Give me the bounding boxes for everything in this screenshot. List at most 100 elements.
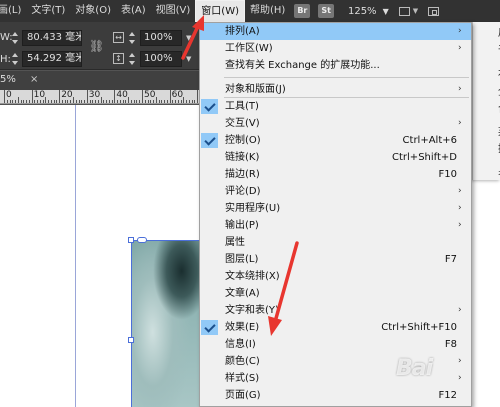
window-menu: 排列(A) › 工作区(W) › 查找有关 Exchange 的扩展功能... 对象和版面… — [199, 22, 472, 407]
chevron-right-icon: › — [458, 186, 462, 196]
menu-window[interactable]: 窗口(W) — [195, 0, 245, 22]
ruler-tick-label: 60 — [171, 90, 184, 100]
ruler-minor-tick — [155, 97, 157, 103]
window-menu-item[interactable]: 文章(A) — [200, 285, 471, 302]
resize-handle[interactable] — [128, 337, 134, 343]
window-menu-item[interactable]: 信息(I) F8 — [200, 336, 471, 353]
ruler-minor-tick — [23, 100, 25, 103]
chevron-right-icon: › — [458, 84, 462, 94]
ruler-minor-tick — [50, 100, 52, 103]
height-stepper[interactable] — [11, 51, 20, 67]
ruler-minor-tick — [164, 100, 166, 103]
ruler-minor-tick — [128, 97, 130, 103]
window-menu-item[interactable]: 效果(E) Ctrl+Shift+F10 — [200, 319, 471, 336]
window-menu-item[interactable]: 工具(T) — [200, 98, 471, 115]
window-menu-item[interactable]: 链接(K) Ctrl+Shift+D — [200, 149, 471, 166]
ruler-major-tick — [86, 90, 88, 103]
window-menu-item[interactable]: 评论(D) › — [200, 183, 471, 200]
resize-handle[interactable] — [128, 237, 134, 243]
link-icon[interactable] — [137, 237, 147, 243]
width-stepper[interactable] — [11, 30, 20, 46]
ruler-minor-tick — [61, 100, 63, 103]
window-menu-item[interactable]: 页面(G) F12 — [200, 387, 471, 404]
menu-item-label: 评论(D) — [225, 186, 261, 197]
menu-item-shortcut: F12 — [438, 390, 457, 401]
bridge-button[interactable]: Br — [294, 4, 311, 18]
window-menu-item[interactable]: 文本绕排(X) — [200, 268, 471, 285]
ruler-minor-tick — [175, 100, 177, 103]
ruler-minor-tick — [73, 97, 74, 103]
window-menu-item[interactable]: 输出(P) › — [200, 217, 471, 234]
window-menu-item[interactable]: 对象和版面(J) › — [200, 81, 471, 98]
view-options-icon[interactable] — [398, 6, 410, 16]
chevron-down-icon[interactable]: ▼ — [186, 55, 191, 63]
menu-bar: 画(L) 文字(T) 对象(O) 表(A) 视图(V) 窗口(W) 帮助(H) … — [0, 0, 500, 22]
menu-item-label: 排列(A) — [225, 26, 260, 37]
checkmark-icon — [201, 133, 218, 148]
scale-x-stepper[interactable] — [128, 30, 137, 46]
ruler-minor-tick — [119, 100, 121, 103]
menu-draw[interactable]: 画(L) — [0, 0, 26, 22]
scale-y-field[interactable]: 100% — [140, 51, 182, 67]
chevron-right-icon: › — [458, 118, 462, 128]
ruler-major-tick — [169, 90, 171, 103]
ruler-minor-tick — [158, 100, 160, 103]
stock-button[interactable]: St — [318, 4, 334, 18]
window-menu-item[interactable]: 控制(O) Ctrl+Alt+6 — [200, 132, 471, 149]
ruler-minor-tick — [117, 100, 119, 103]
ruler-minor-tick — [188, 100, 190, 103]
menu-help[interactable]: 帮助(H) — [245, 0, 290, 22]
ruler-minor-tick — [144, 100, 146, 103]
checkmark-icon — [201, 99, 218, 114]
window-menu-item[interactable]: 工作区(W) › — [200, 40, 471, 57]
window-menu-item[interactable]: 属性 — [200, 234, 471, 251]
ruler-minor-tick — [108, 100, 110, 103]
ruler-minor-tick — [39, 100, 41, 103]
close-icon[interactable]: × — [30, 74, 38, 85]
constrain-proportions-icon[interactable]: ⛓ — [89, 39, 104, 53]
menu-table[interactable]: 表(A) — [116, 0, 151, 22]
ruler-minor-tick — [150, 100, 152, 103]
menu-item-label: 工作区(W) — [225, 43, 273, 54]
chevron-down-icon[interactable]: ▼ — [186, 34, 191, 42]
chevron-right-icon: › — [458, 203, 462, 213]
ruler-minor-tick — [45, 97, 47, 103]
ruler-tick-label: 0 — [6, 90, 12, 100]
menu-item-label: 图层(L) — [225, 254, 259, 265]
ruler-minor-tick — [186, 100, 188, 103]
ruler-minor-tick — [84, 100, 86, 103]
menu-type[interactable]: 文字(T) — [26, 0, 70, 22]
scale-x-icon: ↔ — [113, 32, 124, 43]
ruler-minor-tick — [56, 100, 58, 103]
scale-y-stepper[interactable] — [128, 51, 137, 67]
ruler-major-tick — [59, 90, 61, 103]
menu-object[interactable]: 对象(O) — [70, 0, 116, 22]
window-menu-item[interactable]: 交互(V) › — [200, 115, 471, 132]
window-menu-item[interactable]: 查找有关 Exchange 的扩展功能... — [200, 57, 471, 74]
menu-item-label: 输出(P) — [225, 220, 259, 231]
placed-image-frame[interactable] — [131, 240, 201, 407]
window-menu-item[interactable]: 文字和表(Y) › — [200, 302, 471, 319]
height-field[interactable]: 54.292 毫米 — [22, 51, 82, 67]
document-tab[interactable]: 5% — [0, 74, 16, 85]
menu-item-label: 查找有关 Exchange 的扩展功能... — [225, 60, 380, 71]
width-field[interactable]: 80.433 毫米 — [22, 30, 82, 46]
ruler-major-tick — [4, 90, 5, 103]
arrange-submenu: 后 干 右 全 合 弃 换 身 — [472, 22, 500, 180]
menu-item-shortcut: F8 — [444, 339, 457, 350]
scale-x-field[interactable]: 100% — [140, 30, 182, 46]
ruler-major-tick — [31, 90, 33, 103]
zoom-select[interactable]: 125% ▼ — [348, 6, 389, 17]
ruler-minor-tick — [103, 100, 105, 103]
ruler-minor-tick — [81, 100, 83, 103]
window-menu-item[interactable]: 描边(R) F10 — [200, 166, 471, 183]
window-menu-item[interactable]: 图层(L) F7 — [200, 251, 471, 268]
ruler-minor-tick — [34, 100, 36, 103]
window-menu-item[interactable]: 实用程序(U) › — [200, 200, 471, 217]
menu-view[interactable]: 视图(V) — [151, 0, 196, 22]
screen-mode-icon[interactable] — [428, 6, 440, 16]
ruler-tick-label: 40 — [116, 90, 128, 100]
ruler-minor-tick — [180, 100, 182, 103]
window-menu-item[interactable]: 排列(A) › — [200, 23, 471, 40]
menu-item-shortcut: F10 — [438, 169, 457, 180]
